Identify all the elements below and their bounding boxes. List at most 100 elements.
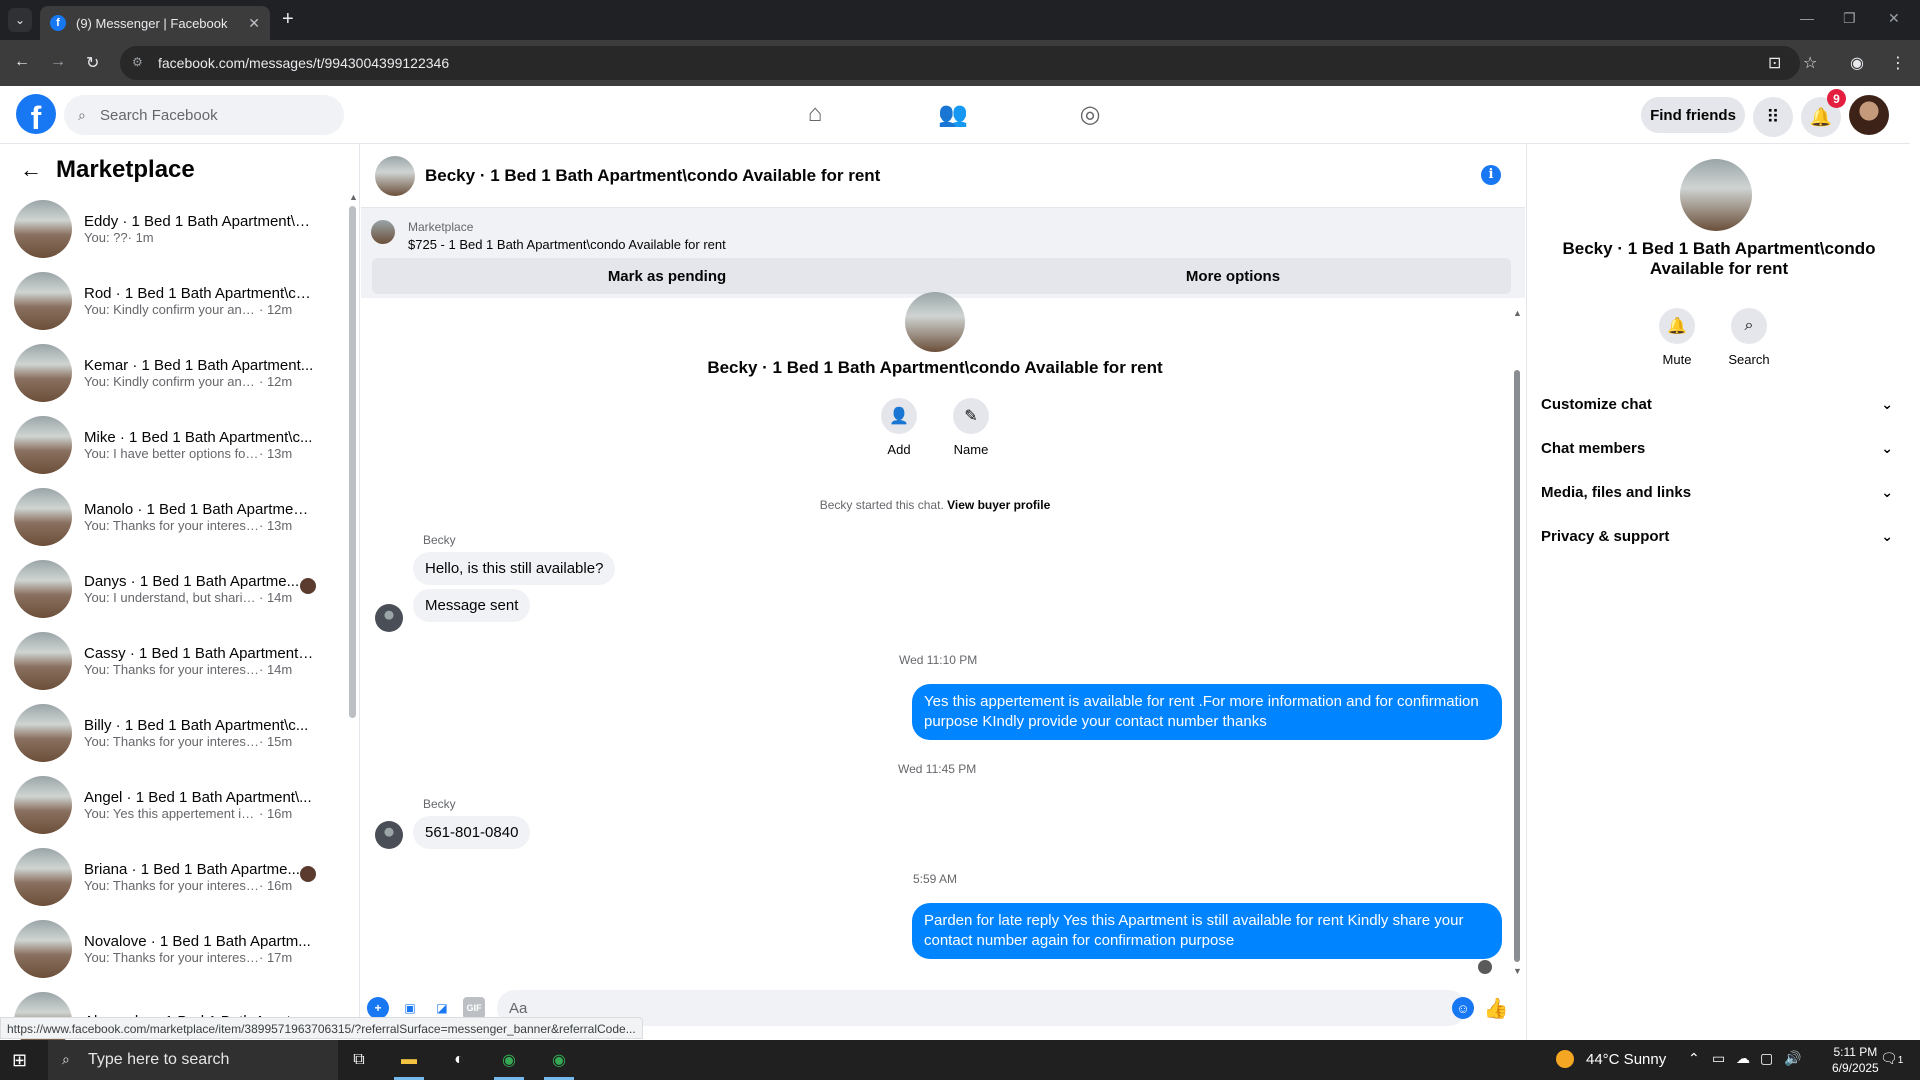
address-bar[interactable]: ⚙ facebook.com/messages/t/99430043991223… xyxy=(120,46,1800,80)
conversation-item[interactable]: Briana · 1 Bed 1 Bath Apartme... You: Tha… xyxy=(14,847,344,907)
windows-start-icon[interactable]: ⊞ xyxy=(12,1050,27,1071)
chat-members-row[interactable]: Chat members ⌄ xyxy=(1541,426,1893,470)
tray-app-icon[interactable]: ▭ xyxy=(1712,1050,1725,1067)
chat-avatar[interactable] xyxy=(375,155,415,196)
conversation-item[interactable]: Manolo · 1 Bed 1 Bath Apartmen... You: Th… xyxy=(14,487,344,547)
groups-icon[interactable]: ◎ xyxy=(1075,100,1105,130)
conversation-item[interactable]: Rod · 1 Bed 1 Bath Apartment\co... You: K… xyxy=(14,271,344,331)
close-window-icon[interactable]: ✕ xyxy=(1888,10,1900,27)
plus-icon[interactable]: + xyxy=(367,997,389,1019)
sender-avatar[interactable] xyxy=(375,604,403,632)
privacy-support-row[interactable]: Privacy & support ⌄ xyxy=(1541,514,1893,558)
conversation-item[interactable]: Eddy · 1 Bed 1 Bath Apartment\c... You: ?… xyxy=(14,199,344,259)
sender-avatar[interactable] xyxy=(375,821,403,849)
back-arrow-icon[interactable]: ← xyxy=(20,157,42,183)
listing-title[interactable]: $725 - 1 Bed 1 Bath Apartment\condo Avai… xyxy=(408,237,726,252)
bell-icon: 🔔 xyxy=(1659,308,1695,344)
task-view-icon[interactable]: ⧉ xyxy=(344,1046,374,1074)
tray-chevron-icon[interactable]: ⌃ xyxy=(1688,1050,1700,1067)
menu-grid-icon[interactable]: ⠿ xyxy=(1753,97,1793,137)
chat-scrollbar[interactable] xyxy=(1514,370,1520,962)
media-files-links-row[interactable]: Media, files and links ⌄ xyxy=(1541,470,1893,514)
details-avatar[interactable] xyxy=(1680,159,1752,231)
rename-button[interactable]: ✎ Name xyxy=(941,398,1001,457)
conversation-item[interactable]: Kemar · 1 Bed 1 Bath Apartment... You: Ki… xyxy=(14,343,344,403)
marketplace-label: Marketplace xyxy=(408,220,474,234)
minimize-icon[interactable]: — xyxy=(1800,10,1814,26)
chat-title[interactable]: Becky · 1 Bed 1 Bath Apartment\condo Ava… xyxy=(425,166,880,186)
browser-tab[interactable]: f (9) Messenger | Facebook ✕ xyxy=(40,6,270,40)
customize-chat-row[interactable]: Customize chat ⌄ xyxy=(1541,382,1893,426)
outgoing-message[interactable]: Yes this appertement is available for re… xyxy=(912,684,1502,740)
incoming-message[interactable]: Message sent xyxy=(413,589,531,622)
sidebar-scrollbar[interactable] xyxy=(349,206,356,718)
conversation-item[interactable]: Mike · 1 Bed 1 Bath Apartment\c... You: I… xyxy=(14,415,344,475)
system-clock[interactable]: 5:11 PM 6/9/2025 xyxy=(1832,1044,1879,1076)
intro-avatar xyxy=(905,292,965,352)
sticker-icon[interactable]: ◪ xyxy=(431,997,453,1019)
menu-icon[interactable]: ⋮ xyxy=(1890,53,1906,73)
add-people-button[interactable]: 👤 Add xyxy=(869,398,929,457)
scroll-down-arrow-icon[interactable]: ▼ xyxy=(1513,966,1522,976)
friends-icon[interactable]: 👥 xyxy=(938,100,968,130)
close-tab-icon[interactable]: ✕ xyxy=(248,15,260,32)
timestamp: Wed 11:10 PM xyxy=(899,653,978,667)
forward-icon[interactable]: → xyxy=(50,53,66,71)
back-icon[interactable]: ← xyxy=(14,53,30,71)
conversation-name: Danys · 1 Bed 1 Bath Apartme... xyxy=(84,573,300,590)
photo-icon[interactable]: ▣ xyxy=(399,997,421,1019)
facebook-search-input[interactable]: ⌕ Search Facebook xyxy=(64,95,344,135)
account-avatar[interactable] xyxy=(1849,95,1889,135)
incoming-message[interactable]: 561-801-0840 xyxy=(413,816,531,849)
view-buyer-profile-link[interactable]: View buyer profile xyxy=(947,498,1050,512)
conversation-time: · 12m xyxy=(259,302,293,317)
weather-widget[interactable]: 44°C Sunny xyxy=(1556,1050,1666,1068)
sun-icon xyxy=(1556,1050,1574,1068)
tab-search-button[interactable]: ⌄ xyxy=(8,8,32,32)
gif-icon[interactable]: GIF xyxy=(463,997,485,1019)
mark-as-pending-button[interactable]: Mark as pending xyxy=(372,258,962,294)
scroll-up-arrow-icon[interactable]: ▲ xyxy=(349,192,358,202)
conversation-item[interactable]: Angel · 1 Bed 1 Bath Apartment\... You: Y… xyxy=(14,775,344,835)
scroll-up-arrow-icon[interactable]: ▲ xyxy=(1513,308,1522,318)
facebook-logo-icon[interactable]: f xyxy=(16,94,56,134)
bookmark-star-icon[interactable]: ☆ xyxy=(1803,53,1817,73)
install-app-icon[interactable]: ⊡ xyxy=(1768,53,1781,73)
chrome-profile-icon[interactable]: ◉ xyxy=(544,1046,574,1074)
file-explorer-icon[interactable]: ▬ xyxy=(394,1046,424,1074)
conversation-thumbnail xyxy=(14,416,72,474)
thumbs-up-icon[interactable]: 👍 xyxy=(1484,997,1509,1020)
home-icon[interactable]: ⌂ xyxy=(800,100,830,130)
conversation-preview: You: Kindly confirm your answer ... xyxy=(84,302,259,317)
section-label: Media, files and links xyxy=(1541,483,1692,501)
cloud-icon[interactable]: ☁ xyxy=(1736,1050,1750,1067)
site-info-icon[interactable]: ⚙ xyxy=(132,55,148,71)
app-icon[interactable]: ◐ xyxy=(444,1046,474,1074)
conversation-item[interactable]: Billy · 1 Bed 1 Bath Apartment\c... You: … xyxy=(14,703,344,763)
outgoing-message[interactable]: Parden for late reply Yes this Apartment… xyxy=(912,903,1502,959)
taskbar-search-input[interactable]: ⌕ Type here to search xyxy=(48,1040,338,1080)
volume-icon[interactable]: 🔊 xyxy=(1784,1050,1801,1067)
sidebar-title: Marketplace xyxy=(56,156,195,183)
profile-icon[interactable]: ◉ xyxy=(1850,53,1864,73)
more-options-button[interactable]: More options xyxy=(955,258,1511,294)
conversation-preview: You: ?? xyxy=(84,230,128,245)
chrome-icon[interactable]: ◉ xyxy=(494,1046,524,1074)
search-in-chat-button[interactable]: ⌕ Search xyxy=(1719,308,1779,367)
conversation-preview: You: Thanks for your interest in th... xyxy=(84,734,259,749)
listing-thumbnail[interactable] xyxy=(371,220,395,244)
notification-center-icon[interactable]: 🗨1 xyxy=(1880,1050,1903,1067)
find-friends-button[interactable]: Find friends xyxy=(1641,97,1745,133)
restore-icon[interactable]: ❐ xyxy=(1843,10,1856,27)
conversation-item[interactable]: Cassy · 1 Bed 1 Bath Apartment\... You: T… xyxy=(14,631,344,691)
network-icon[interactable]: ▢ xyxy=(1760,1050,1773,1067)
new-tab-button[interactable]: + xyxy=(282,8,294,31)
conversation-item[interactable]: Novalove · 1 Bed 1 Bath Apartm... You: Th… xyxy=(14,919,344,979)
info-icon[interactable]: i xyxy=(1481,165,1501,185)
reload-icon[interactable]: ↻ xyxy=(86,53,99,73)
incoming-message[interactable]: Hello, is this still available? xyxy=(413,552,616,585)
conversation-item[interactable]: Danys · 1 Bed 1 Bath Apartme... You: I un… xyxy=(14,559,344,619)
mute-button[interactable]: 🔔 Mute xyxy=(1647,308,1707,367)
emoji-icon[interactable]: ☺ xyxy=(1452,997,1474,1019)
conversation-name: Briana · 1 Bed 1 Bath Apartme... xyxy=(84,861,300,878)
